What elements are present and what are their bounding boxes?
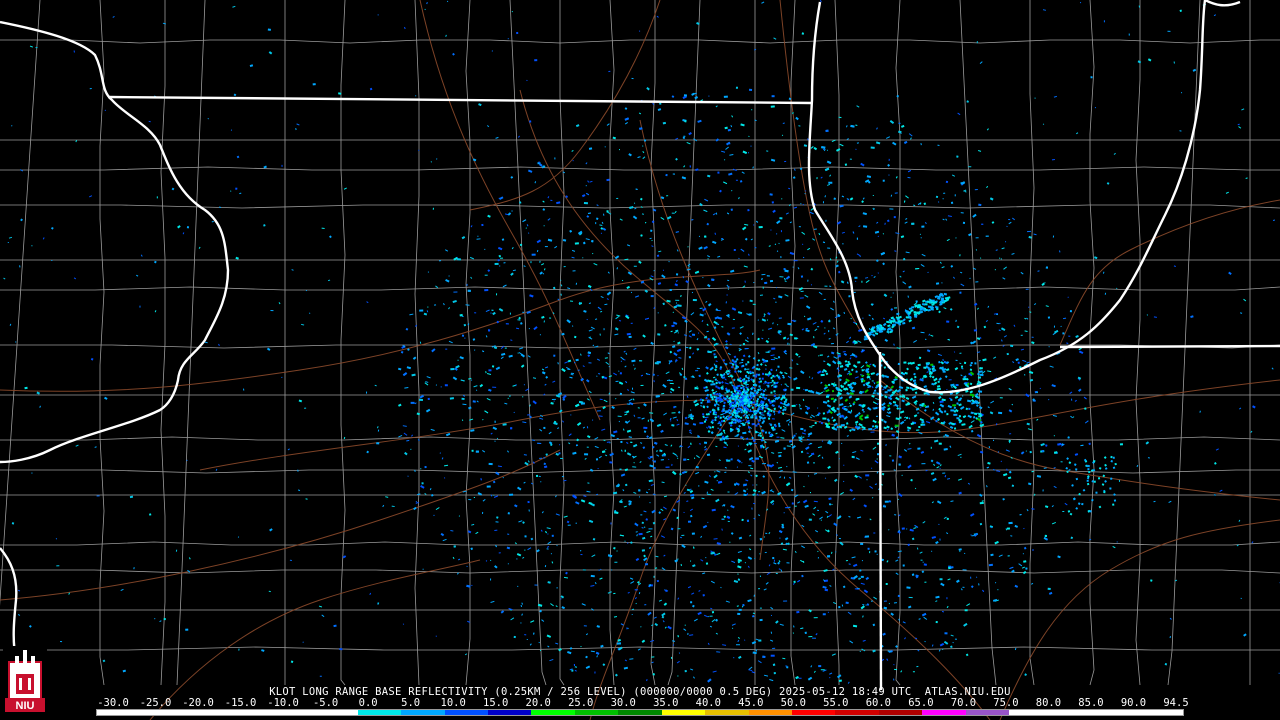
logo-text: NIU (16, 700, 35, 712)
scale-swatch (314, 710, 358, 715)
scale-label: 65.0 (908, 697, 934, 709)
scale-swatch (444, 710, 488, 715)
scale-label: 25.0 (568, 697, 594, 709)
color-scale-bar (96, 709, 1184, 716)
scale-swatch (140, 710, 184, 715)
color-scale-labels: -30.0 -25.0 -20.0 -15.0 -10.0 -5.0 0.0 5.0 10.0 1… (0, 698, 1280, 709)
scale-label: 45.0 (738, 697, 764, 709)
scale-label: 5.0 (401, 697, 421, 709)
scale-swatch (97, 710, 141, 715)
scale-swatch (878, 710, 923, 715)
scale-label: -15.0 (224, 697, 257, 709)
scale-label: 85.0 (1078, 697, 1104, 709)
niu-logo: NIU (3, 646, 47, 716)
scale-label: -30.0 (97, 697, 129, 709)
scale-label: -20.0 (182, 697, 214, 709)
scale-swatch (357, 710, 402, 715)
scale-swatch (531, 710, 575, 715)
scale-swatch (227, 710, 271, 715)
scale-swatch (401, 710, 445, 715)
scale-swatch (922, 710, 966, 715)
radar-map (0, 0, 1280, 720)
scale-label: 55.0 (823, 697, 849, 709)
scale-swatch (792, 710, 836, 715)
scale-swatch (965, 710, 1010, 715)
scale-label: -5.0 (312, 697, 339, 709)
scale-swatch (183, 710, 228, 715)
scale-swatch (1096, 710, 1140, 715)
scale-label: 50.0 (780, 697, 806, 709)
scale-swatch (618, 710, 662, 715)
scale-swatch (1139, 710, 1183, 715)
scale-label: 20.0 (525, 697, 551, 709)
scale-swatch (1052, 710, 1097, 715)
scale-swatch (1009, 710, 1053, 715)
scale-label: -10.0 (267, 697, 299, 709)
scale-label: 60.0 (865, 697, 892, 709)
scale-label: 94.5 (1163, 697, 1189, 709)
scale-label: 0.0 (358, 697, 378, 709)
scale-label: 40.0 (695, 697, 721, 709)
scale-swatch (487, 710, 532, 715)
scale-swatch (835, 710, 879, 715)
scale-label: 30.0 (610, 697, 636, 709)
scale-label: 80.0 (1035, 697, 1062, 709)
scale-swatch (661, 710, 706, 715)
scale-label: 35.0 (653, 697, 679, 709)
scale-label: 10.0 (440, 697, 466, 709)
scale-swatch (705, 710, 749, 715)
scale-swatch (748, 710, 792, 715)
scale-swatch (270, 710, 315, 715)
scale-label: -25.0 (139, 697, 172, 709)
scale-label: 70.0 (950, 697, 977, 709)
scale-label: 90.0 (1120, 697, 1147, 709)
scale-swatch (574, 710, 619, 715)
scale-label: 75.0 (993, 697, 1019, 709)
scale-label: 15.0 (483, 697, 509, 709)
